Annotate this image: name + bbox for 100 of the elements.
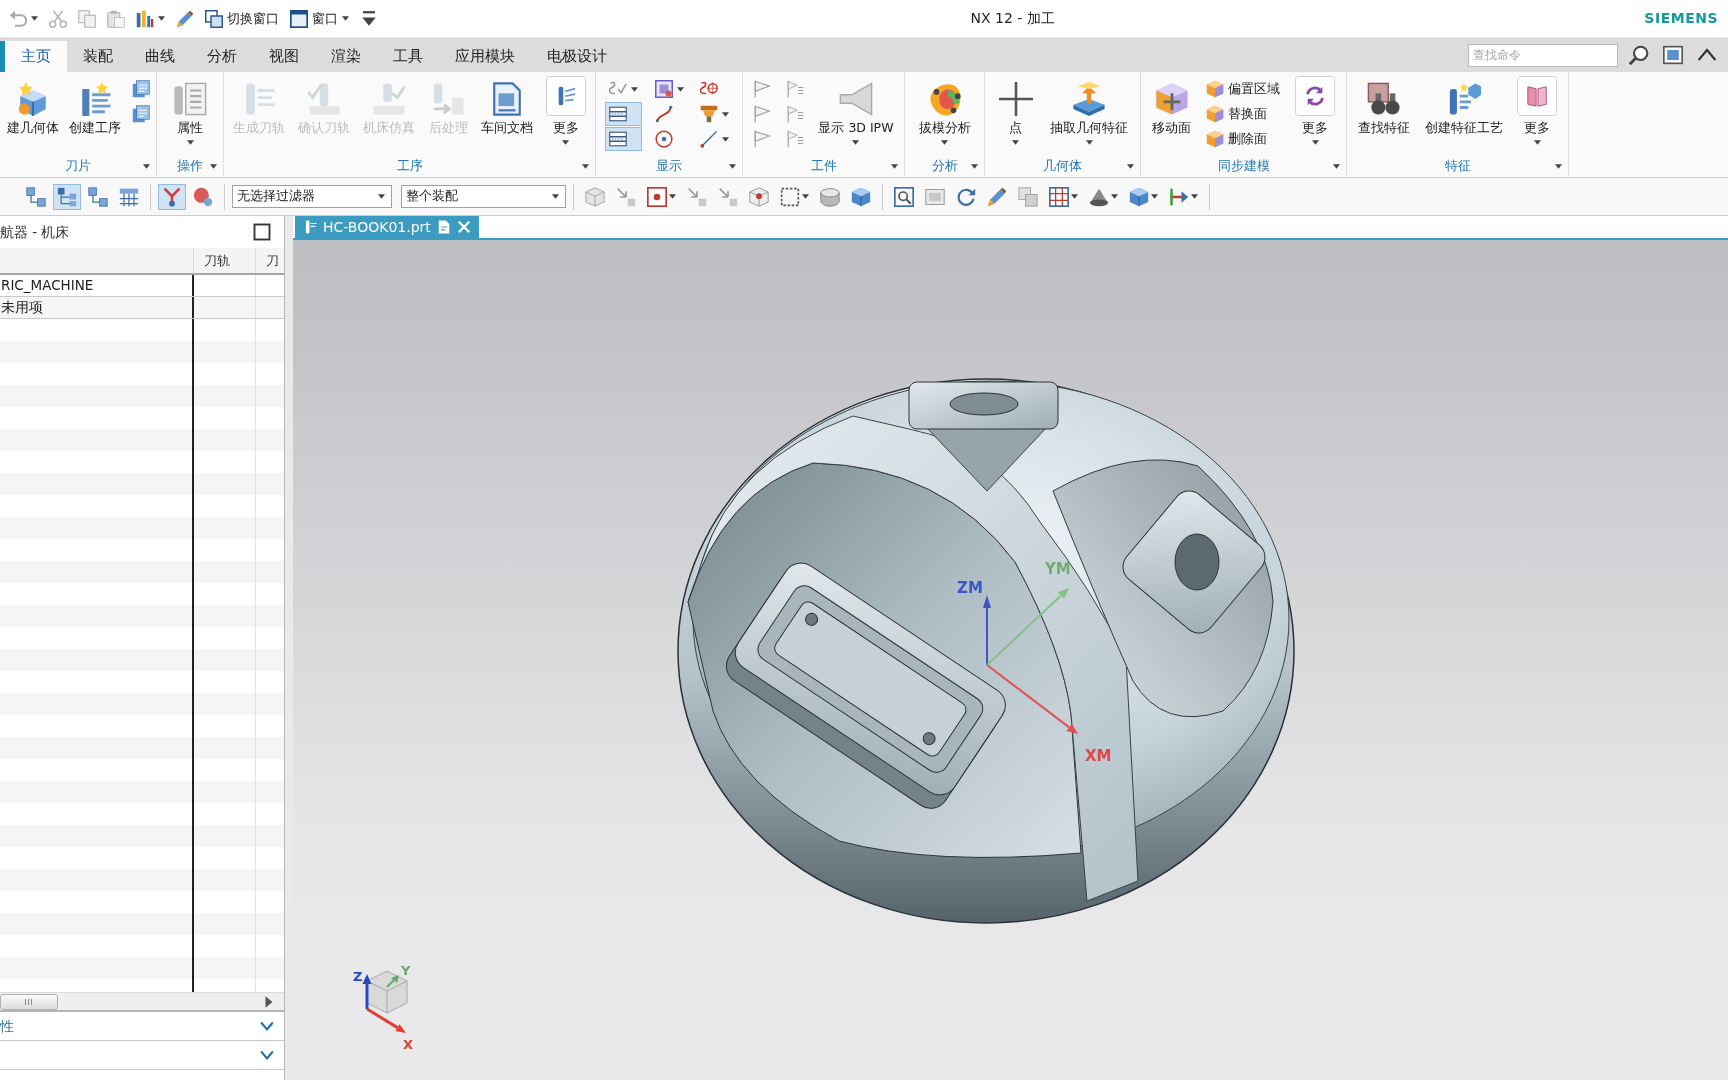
brand-logo: SIEMENS: [1644, 9, 1719, 28]
caret-icon: [1012, 140, 1020, 145]
ribbon-tab[interactable]: 应用模块: [439, 41, 531, 72]
arrow-square-icon: [616, 186, 636, 207]
cutter-table-icon: [372, 82, 407, 116]
tree-row[interactable]: RIC_MACHINE: [0, 275, 284, 297]
command-button[interactable]: 车间文档: [476, 76, 537, 136]
ribbon-tab[interactable]: 分析: [191, 41, 253, 72]
menu-caret-icon: [360, 9, 378, 28]
command-button[interactable]: 移动面: [1148, 76, 1195, 136]
arrow-bars-icon: [1169, 186, 1189, 207]
face-cube-icon: [1206, 80, 1224, 98]
navigator-title: 航器 - 机床: [0, 222, 70, 242]
binoculars-icon: [1366, 82, 1401, 116]
dashed-square-icon: [780, 186, 800, 207]
column-header[interactable]: 刀: [255, 248, 284, 273]
horizontal-scrollbar[interactable]: [0, 992, 284, 1012]
group-menu-button[interactable]: [889, 161, 900, 171]
slab-arrow-icon: [1072, 82, 1107, 116]
caret-icon: [669, 194, 676, 199]
caret-icon: [802, 194, 809, 199]
search-icon: [1629, 45, 1649, 65]
command-button[interactable]: 查找特征: [1353, 76, 1414, 136]
group-menu-button[interactable]: [1331, 161, 1342, 171]
ribbon-tab[interactable]: 装配: [67, 41, 129, 72]
command-button[interactable]: 点: [992, 76, 1039, 145]
command-button[interactable]: 拔模分析: [914, 76, 975, 145]
window-title: NX 12 - 加工: [970, 9, 1055, 28]
line-icon: [700, 130, 719, 148]
command-button[interactable]: 更多: [1291, 76, 1339, 145]
caret-icon: [722, 136, 730, 142]
tool-button[interactable]: [53, 183, 81, 210]
command-button[interactable]: 更多: [541, 76, 590, 145]
axis-label: YM: [1045, 560, 1071, 578]
ribbon-tab[interactable]: 渲染: [315, 41, 377, 72]
command-button[interactable]: 属性: [167, 76, 213, 145]
command-button[interactable]: 抽取几何特征: [1046, 76, 1133, 145]
ribbon-tab[interactable]: 电极设计: [531, 41, 623, 72]
scope-dropdown[interactable]: 整个装配: [401, 185, 566, 208]
horn-icon: [838, 82, 873, 116]
arrow-square-icon: [687, 186, 707, 207]
close-icon: [456, 220, 471, 234]
caret-icon: [1191, 194, 1198, 199]
ball-icon: [193, 186, 213, 207]
stacked-squares-icon: [1018, 186, 1038, 207]
group-label: 显示: [656, 157, 682, 176]
command-button[interactable]: 建几何体: [2, 76, 63, 136]
caret-icon: [1127, 163, 1134, 169]
group-menu-button[interactable]: [580, 161, 591, 171]
caret-icon: [552, 194, 559, 199]
tool-button[interactable]: 删除面: [1202, 127, 1284, 151]
tool-button[interactable]: [158, 183, 186, 210]
ribbon-display-button[interactable]: [1660, 43, 1686, 67]
sheet-icon: [131, 105, 150, 123]
tool-button[interactable]: [604, 127, 642, 151]
windows-icon: [205, 9, 223, 28]
group-label: 几何体: [1043, 157, 1082, 176]
group-menu-button[interactable]: [141, 161, 152, 171]
sheet-icon: [131, 80, 150, 98]
command-button[interactable]: 显示 3D IPW: [814, 76, 898, 145]
column-header[interactable]: 刀轨: [193, 248, 255, 273]
caret-icon: [582, 163, 589, 169]
pencil-icon: [987, 186, 1007, 207]
rotate-icon: [956, 186, 976, 207]
ribbon-tab[interactable]: 曲线: [129, 41, 191, 72]
tool-button[interactable]: [604, 102, 642, 126]
tool-button[interactable]: 偏置区域: [1202, 77, 1284, 101]
group-menu-button[interactable]: [969, 161, 980, 171]
caret-icon: [342, 16, 349, 21]
tool-button[interactable]: 替换面: [1202, 102, 1284, 126]
caret-icon: [562, 140, 570, 145]
cube-icon: [1129, 186, 1149, 207]
property-sheet-icon: [173, 82, 207, 116]
part-model-drawing[interactable]: [677, 378, 1295, 924]
ribbon-tab[interactable]: 主页: [5, 41, 67, 72]
group-menu-button[interactable]: [1125, 161, 1136, 171]
command-search-field[interactable]: 查找命令: [1468, 43, 1618, 67]
command-button[interactable]: 创建特征工艺: [1420, 76, 1507, 136]
group-menu-button[interactable]: [727, 161, 738, 171]
command-button[interactable]: 更多: [1513, 76, 1562, 145]
group-menu-button[interactable]: [208, 161, 219, 171]
caret-icon: [971, 163, 978, 169]
caret-icon: [1555, 163, 1562, 169]
grid-icon: [1049, 186, 1069, 207]
arrow-square-icon: [718, 186, 738, 207]
window-menu-button[interactable]: 窗口: [287, 7, 352, 30]
group-menu-button[interactable]: [1553, 161, 1564, 171]
scrollbar-thumb[interactable]: [0, 993, 58, 1010]
graphics-viewport[interactable]: ZM YM XM Z Y X: [293, 240, 1728, 1080]
caret-icon: [1311, 140, 1319, 145]
tree-row[interactable]: 未用项: [0, 297, 284, 319]
caret-icon: [891, 163, 898, 169]
type-filter-dropdown[interactable]: 无选择过滤器: [232, 185, 392, 208]
ribbon-tab[interactable]: 工具: [377, 41, 439, 72]
switch-window-button[interactable]: 切换窗口: [202, 7, 282, 30]
face-cube-icon: [1206, 130, 1224, 148]
node-grid-icon: [119, 186, 139, 207]
command-button[interactable]: 创建工序: [65, 76, 125, 136]
ribbon-tab[interactable]: 视图: [253, 41, 315, 72]
caret-icon: [143, 163, 150, 169]
